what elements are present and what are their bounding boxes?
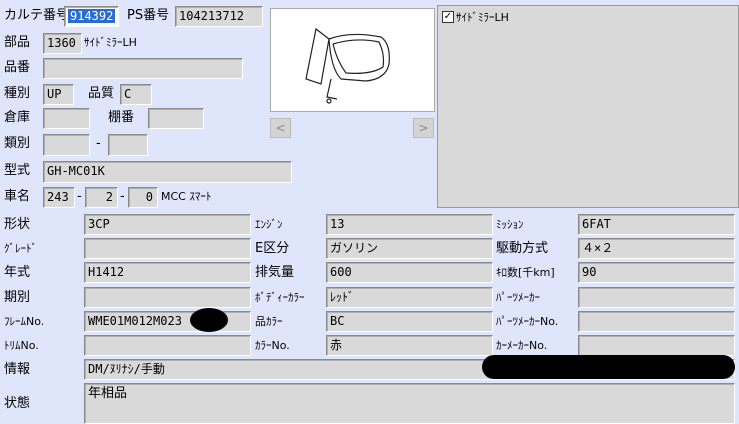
detail-label: E区分	[255, 241, 290, 256]
model-label: 型式	[4, 163, 31, 178]
karte-number-value: 914392	[68, 9, 116, 23]
detail-label: ｶﾗｰNo.	[255, 339, 290, 352]
karte-number-input[interactable]: 914392	[64, 6, 119, 27]
detail-field[interactable]: H1412	[84, 262, 251, 283]
detail-label: ｴﾝｼﾞﾝ	[255, 218, 283, 231]
part-code-field[interactable]: 1360	[43, 33, 82, 54]
redaction-mark	[482, 355, 735, 379]
detail-field[interactable]	[84, 287, 251, 308]
detail-field[interactable]: BC	[326, 311, 493, 332]
detail-label: 形状	[4, 217, 31, 232]
car-field-2[interactable]: 2	[85, 187, 118, 208]
car-label: 車名	[4, 189, 31, 204]
car-name: MCC ｽﾏｰﾄ	[161, 190, 212, 203]
detail-label: 駆動方式	[496, 241, 549, 256]
detail-label: ﾌﾚｰﾑNo.	[4, 315, 45, 328]
detail-field[interactable]	[578, 311, 735, 332]
part-name: ｻｲﾄﾞﾐﾗｰLH	[84, 36, 137, 49]
part-image	[270, 8, 435, 112]
karte-label: カルテ番号	[4, 8, 70, 23]
detail-label: 年式	[4, 265, 31, 280]
shelf-label: 棚番	[108, 110, 135, 125]
detail-label: ﾐｯｼｮﾝ	[496, 218, 524, 231]
class-field-2[interactable]	[108, 134, 148, 156]
detail-field[interactable]: 600	[326, 262, 493, 283]
prev-image-button[interactable]: <	[270, 118, 291, 138]
class-field-1[interactable]	[43, 134, 90, 156]
detail-label: 期別	[4, 290, 31, 305]
detail-field[interactable]: 赤	[326, 335, 493, 356]
part-checkbox-item[interactable]: ✓ ｻｲﾄﾞﾐﾗｰLH	[442, 9, 509, 25]
car-separator-2: -	[120, 189, 125, 204]
ps-number-field[interactable]: 104213712	[175, 6, 263, 27]
state-field[interactable]: 年相品	[84, 383, 735, 424]
detail-label: ﾊﾟｰﾂﾒｰｶｰNo.	[496, 315, 559, 328]
model-field[interactable]: GH-MC01K	[43, 161, 292, 183]
class-separator: -	[96, 136, 101, 151]
class-label: 類別	[4, 136, 31, 151]
car-separator-1: -	[77, 189, 82, 204]
detail-field[interactable]: 6FAT	[578, 214, 735, 235]
detail-field[interactable]: ４×２	[578, 238, 735, 259]
detail-label: ｷﾛ数[千km]	[496, 266, 555, 279]
detail-label: ﾄﾘﾑNo.	[4, 339, 39, 352]
part-list-panel: ✓ ｻｲﾄﾞﾐﾗｰLH	[437, 5, 739, 208]
detail-field[interactable]	[578, 287, 735, 308]
partno-label: 品番	[4, 60, 31, 75]
quality-label: 品質	[88, 86, 115, 101]
side-mirror-icon	[305, 27, 390, 104]
detail-field[interactable]	[84, 238, 251, 259]
detail-label: ﾎﾞﾃﾞｨｰｶﾗｰ	[255, 291, 305, 304]
detail-label: 排気量	[255, 265, 295, 280]
state-label: 状態	[4, 396, 31, 411]
warehouse-field[interactable]	[43, 108, 90, 129]
quality-field[interactable]: C	[120, 84, 152, 105]
partno-field[interactable]	[43, 58, 243, 79]
info-label: 情報	[4, 362, 31, 377]
detail-field[interactable]	[84, 335, 251, 356]
next-image-button[interactable]: >	[413, 118, 434, 138]
detail-label: ｶｰﾒｰｶｰNo.	[496, 339, 548, 352]
detail-field[interactable]: ﾚｯﾄﾞ	[326, 287, 493, 308]
detail-field[interactable]: ガソリン	[326, 238, 493, 259]
detail-label: ﾊﾟｰﾂﾒｰｶｰ	[496, 291, 540, 304]
ps-label: PS番号	[127, 8, 170, 23]
warehouse-label: 倉庫	[4, 110, 31, 125]
car-field-3[interactable]: 0	[128, 187, 158, 208]
detail-field[interactable]: 13	[326, 214, 493, 235]
part-label: 部品	[4, 35, 31, 50]
detail-field[interactable]	[578, 335, 735, 356]
car-field-1[interactable]: 243	[43, 187, 75, 208]
detail-field[interactable]: 90	[578, 262, 735, 283]
detail-label: ｸﾞﾚｰﾄﾞ	[4, 242, 37, 255]
type-field[interactable]: UP	[43, 84, 74, 105]
shelf-field[interactable]	[148, 108, 204, 129]
type-label: 種別	[4, 86, 31, 101]
checkbox-icon[interactable]: ✓	[442, 11, 454, 23]
detail-label: 品ｶﾗｰ	[255, 315, 283, 328]
checkbox-label: ｻｲﾄﾞﾐﾗｰLH	[456, 11, 509, 24]
redaction-mark	[190, 308, 228, 332]
detail-field[interactable]: 3CP	[84, 214, 251, 235]
